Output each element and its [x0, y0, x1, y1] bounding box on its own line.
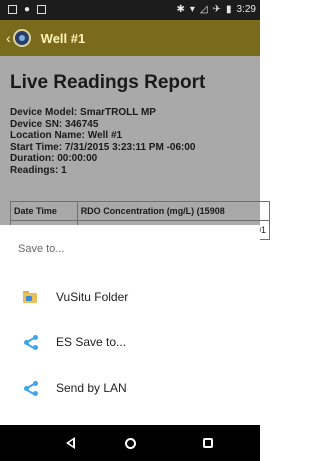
location-icon: ●	[24, 4, 31, 15]
sheet-item-vusitu-folder[interactable]: VuSitu Folder	[0, 278, 260, 316]
share-icon	[22, 333, 40, 351]
app-bar-title: Well #1	[40, 30, 86, 46]
navigation-bar	[0, 425, 260, 461]
meta-duration: Duration: 00:00:00	[10, 153, 98, 164]
sheet-item-es-save-to[interactable]: ES Save to...	[0, 323, 260, 361]
save-to-sheet: Save to... VuSitu Folder ES Save to... S…	[0, 225, 260, 425]
battery-icon: ▮	[226, 4, 232, 15]
status-bar-right-icons: ✱ ▾ ◿ ✈ ▮ 3:29	[177, 4, 257, 15]
signal-icon: ◿	[199, 4, 208, 15]
meta-device-model: Device Model: SmarTROLL MP	[10, 107, 156, 118]
status-bar: ● ✱ ▾ ◿ ✈ ▮ 3:29	[0, 0, 260, 20]
sheet-item-label: ES Save to...	[56, 335, 127, 349]
table-header: Date Time	[10, 201, 78, 221]
folder-icon	[22, 288, 40, 306]
airplane-icon: ✈	[212, 4, 222, 15]
home-button[interactable]	[110, 425, 150, 461]
sheet-item-send-by-lan[interactable]: Send by LAN	[0, 369, 260, 407]
share-icon	[22, 379, 40, 397]
meta-start-time: Start Time: 7/31/2015 3:23:11 PM -06:00	[10, 141, 196, 153]
back-button[interactable]	[50, 425, 90, 461]
home-icon	[124, 437, 136, 449]
meta-device-sn: Device SN: 346745	[10, 118, 99, 130]
gallery-icon	[8, 5, 17, 14]
recents-icon	[203, 438, 213, 448]
back-arrow-icon[interactable]: ‹	[6, 30, 11, 46]
screenshot-icon	[37, 5, 47, 14]
table-header-row: Date Time RDO Concentration (mg/L) (1590…	[10, 201, 271, 221]
app-logo-icon[interactable]	[12, 29, 31, 47]
recents-button[interactable]	[188, 425, 228, 461]
bluetooth-icon: ✱	[176, 4, 185, 15]
meta-readings: Readings: 1	[10, 164, 67, 176]
sheet-title: Save to...	[18, 243, 65, 255]
report-meta: Device Model: SmarTROLL MP Device SN: 34…	[10, 107, 195, 176]
meta-location-name: Location Name: Well #1	[10, 130, 123, 141]
wifi-icon: ▾	[189, 4, 195, 15]
sheet-item-label: Send by LAN	[56, 381, 127, 395]
status-bar-left-icons: ●	[8, 4, 47, 15]
sheet-item-label: VuSitu Folder	[56, 290, 129, 304]
report-title: Live Readings Report	[10, 72, 206, 93]
table-header: RDO Concentration (mg/L) (15908	[76, 201, 271, 221]
app-bar: ‹ Well #1	[0, 20, 260, 56]
back-icon	[65, 437, 75, 449]
status-time: 3:29	[236, 4, 256, 15]
